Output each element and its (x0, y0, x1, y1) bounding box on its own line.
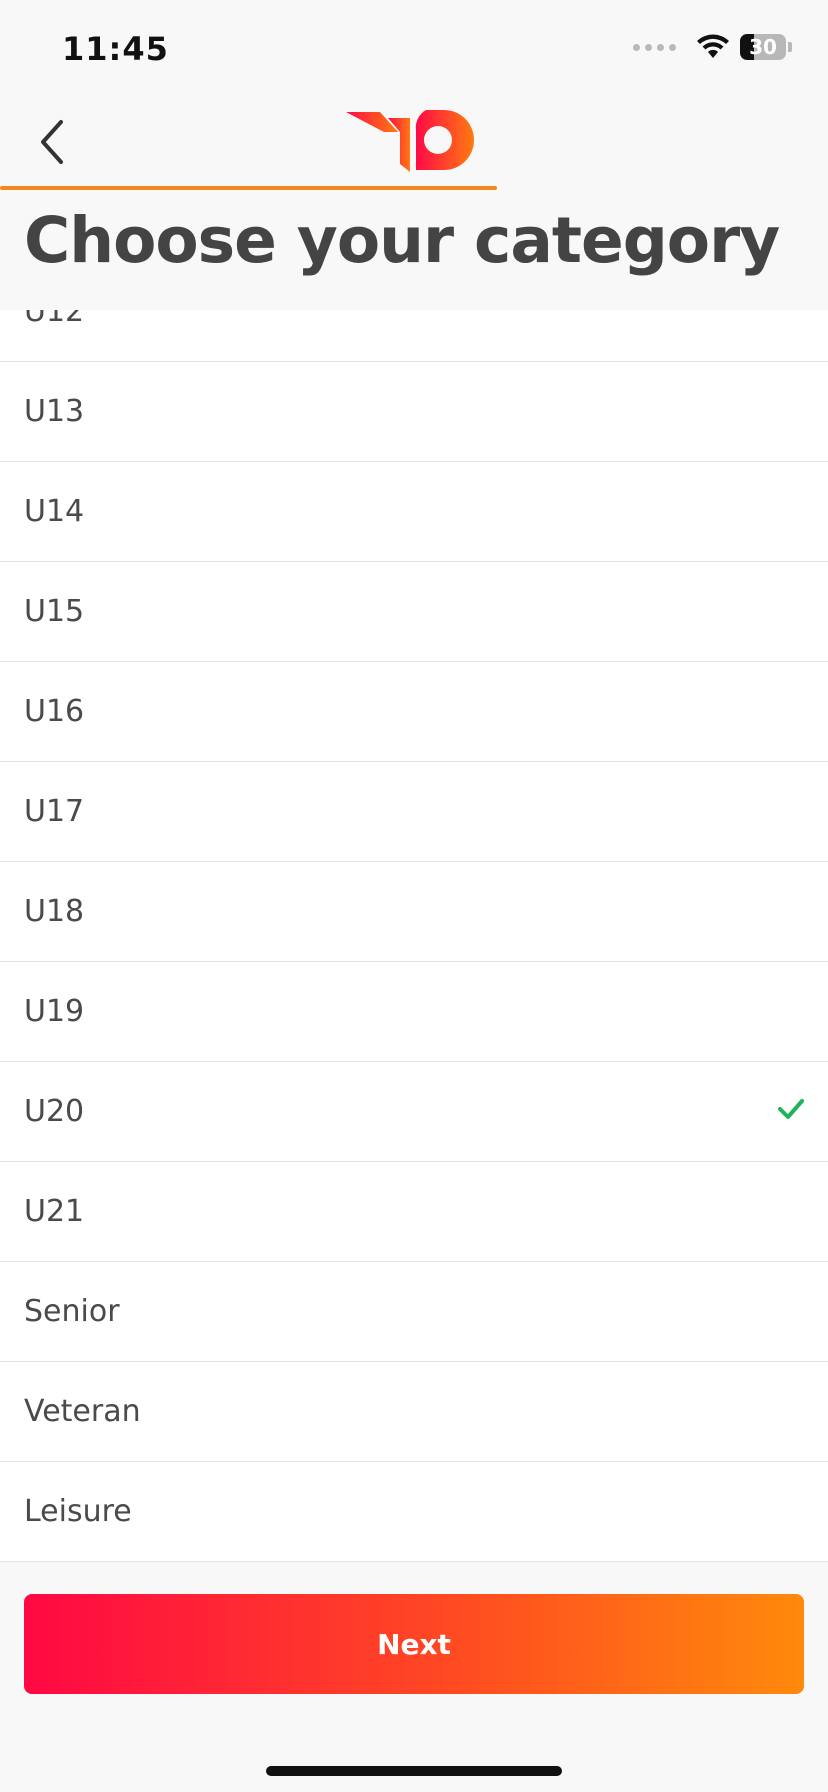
category-item-label: U18 (24, 894, 85, 929)
category-item-u17[interactable]: U17 (0, 762, 828, 862)
status-bar: 11:45 30 (0, 0, 828, 100)
category-item-u13[interactable]: U13 (0, 362, 828, 462)
category-item-u14[interactable]: U14 (0, 462, 828, 562)
category-item-label: U12 (24, 310, 85, 329)
category-item-label: Leisure (24, 1494, 132, 1529)
chevron-left-icon (41, 120, 63, 164)
battery-level: 30 (749, 35, 777, 59)
back-button[interactable] (30, 114, 74, 170)
battery-icon: 30 (740, 34, 786, 60)
category-item-label: U20 (24, 1094, 85, 1129)
category-item-u19[interactable]: U19 (0, 962, 828, 1062)
category-item-label: U21 (24, 1194, 85, 1229)
category-item-label: U15 (24, 594, 85, 629)
category-item-u21[interactable]: U21 (0, 1162, 828, 1262)
category-item-senior[interactable]: Senior (0, 1262, 828, 1362)
nav-header (0, 100, 828, 192)
category-item-label: U14 (24, 494, 85, 529)
progress-bar (0, 186, 828, 190)
cellular-signal-icon (633, 43, 676, 51)
category-list[interactable]: U12 U13 U14 U15 U16 U17 U18 U19 U20 U21 Senior Vete… (0, 310, 828, 1562)
category-item-label: U19 (24, 994, 85, 1029)
category-item-u12[interactable]: U12 (0, 310, 828, 362)
page-title: Choose your category (24, 204, 780, 277)
progress-fill (0, 186, 497, 190)
category-list-content: U12 U13 U14 U15 U16 U17 U18 U19 U20 U21 Senior Vete… (0, 310, 828, 1562)
category-item-u18[interactable]: U18 (0, 862, 828, 962)
checkmark-icon (778, 1099, 804, 1119)
wifi-icon (697, 34, 729, 58)
category-item-u15[interactable]: U15 (0, 562, 828, 662)
footer: Next (0, 1562, 828, 1792)
category-item-leisure[interactable]: Leisure (0, 1462, 828, 1562)
brand-logo-icon (346, 110, 474, 172)
home-indicator (266, 1766, 562, 1776)
category-item-label: U13 (24, 394, 85, 429)
status-icons: 30 (633, 34, 792, 60)
battery-cap (788, 42, 792, 52)
category-item-label: Veteran (24, 1394, 141, 1429)
category-item-label: U16 (24, 694, 85, 729)
category-item-veteran[interactable]: Veteran (0, 1362, 828, 1462)
next-button[interactable]: Next (24, 1594, 804, 1694)
status-time: 11:45 (62, 30, 169, 68)
category-item-label: Senior (24, 1294, 120, 1329)
category-item-u16[interactable]: U16 (0, 662, 828, 762)
category-item-u20[interactable]: U20 (0, 1062, 828, 1162)
category-item-label: U17 (24, 794, 85, 829)
